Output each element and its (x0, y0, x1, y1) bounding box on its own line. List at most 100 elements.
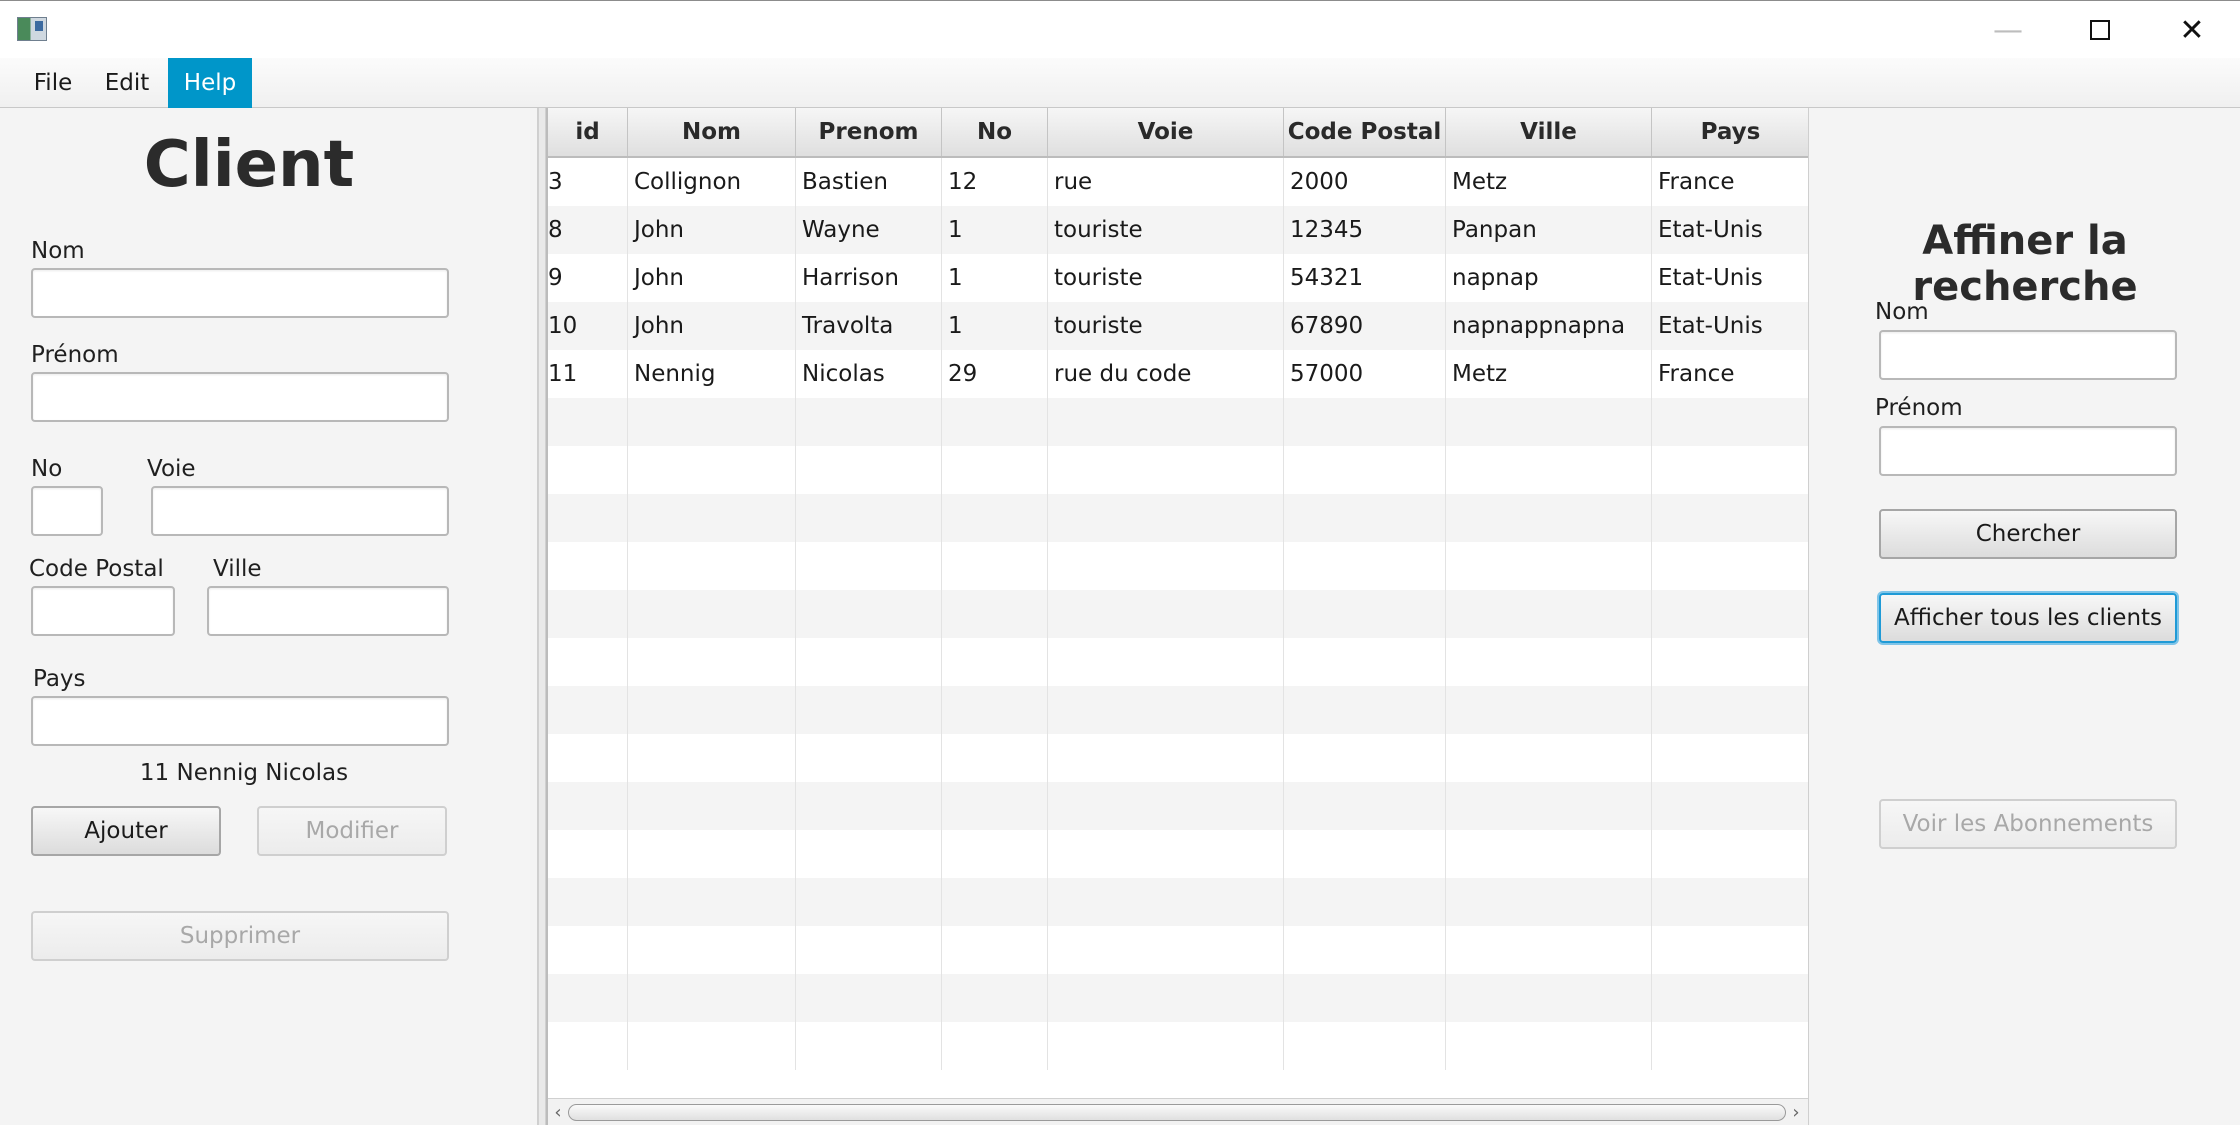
column-header-voie[interactable]: Voie (1048, 108, 1284, 156)
table-row[interactable] (548, 638, 1810, 686)
client-title: Client (143, 128, 355, 202)
table-row[interactable] (548, 590, 1810, 638)
table-row[interactable]: 10 John Travolta 1 touriste 67890 napnappnapna… (548, 302, 1810, 350)
table-row[interactable]: 3 Collignon Bastien 12 rue 2000 Metz France (548, 158, 1810, 206)
client-table: id Nom Prenom No Voie Code Postal Ville Pays 3C… (546, 108, 1810, 1125)
voie-cell (1048, 446, 1284, 494)
pays-cell (1652, 830, 1810, 878)
nom-cell (628, 590, 796, 638)
id-cell (548, 926, 628, 974)
voie-cell (1048, 638, 1284, 686)
supprimer-button[interactable]: Supprimer (31, 911, 449, 961)
chercher-button[interactable]: Chercher (1879, 509, 2177, 559)
voie-field[interactable] (151, 486, 449, 536)
voie-cell (1048, 494, 1284, 542)
ville-cell (1446, 1022, 1652, 1070)
close-button[interactable]: ✕ (2162, 9, 2222, 51)
column-header-prenom[interactable]: Prenom (796, 108, 942, 156)
code-postal-cell (1284, 446, 1446, 494)
nom-cell (628, 494, 796, 542)
table-row[interactable] (548, 446, 1810, 494)
maximize-button[interactable] (2070, 9, 2130, 51)
id-cell (548, 590, 628, 638)
scroll-right-icon[interactable]: › (1786, 1101, 1806, 1123)
close-icon: ✕ (2179, 12, 2205, 48)
table-row[interactable]: 8 John Wayne 1 touriste 12345 Panpan Etat-Unis (548, 206, 1810, 254)
menu-help[interactable]: Help (168, 58, 252, 108)
column-header-ville[interactable]: Ville (1446, 108, 1652, 156)
horizontal-scrollbar[interactable]: ‹ › (548, 1098, 1810, 1125)
maximize-icon (2090, 20, 2110, 40)
id-cell: 3 (548, 158, 628, 206)
no-cell (942, 926, 1048, 974)
pays-field[interactable] (31, 696, 449, 746)
ville-field[interactable] (207, 586, 449, 636)
nom-field[interactable] (31, 268, 449, 318)
afficher-tous-button[interactable]: Afficher tous les clients (1879, 593, 2177, 643)
no-cell: 1 (942, 206, 1048, 254)
no-cell (942, 398, 1048, 446)
prenom-cell (796, 686, 942, 734)
column-header-id[interactable]: id (548, 108, 628, 156)
voie-cell (1048, 878, 1284, 926)
pays-cell (1652, 398, 1810, 446)
ville-cell (1446, 830, 1652, 878)
voie-cell (1048, 590, 1284, 638)
menu-file[interactable]: File (18, 58, 88, 108)
table-row[interactable] (548, 1022, 1810, 1070)
no-cell: 1 (942, 254, 1048, 302)
modifier-button[interactable]: Modifier (257, 806, 447, 856)
voie-cell: rue (1048, 158, 1284, 206)
menu-edit[interactable]: Edit (92, 58, 162, 108)
table-row[interactable] (548, 782, 1810, 830)
voie-cell (1048, 974, 1284, 1022)
ajouter-button[interactable]: Ajouter (31, 806, 221, 856)
search-nom-field[interactable] (1879, 330, 2177, 380)
no-cell (942, 1022, 1048, 1070)
table-row[interactable] (548, 734, 1810, 782)
voir-abonnements-button[interactable]: Voir les Abonnements (1879, 799, 2177, 849)
table-row[interactable] (548, 398, 1810, 446)
ville-cell: Metz (1446, 158, 1652, 206)
minimize-button[interactable]: — (1978, 9, 2038, 51)
ville-cell (1446, 638, 1652, 686)
table-row[interactable] (548, 494, 1810, 542)
prenom-cell: Travolta (796, 302, 942, 350)
table-row[interactable]: 11 Nennig Nicolas 29 rue du code 57000 Metz Fra… (548, 350, 1810, 398)
prenom-field[interactable] (31, 372, 449, 422)
table-body: 3 Collignon Bastien 12 rue 2000 Metz France 8 Joh… (548, 158, 1810, 1070)
search-prenom-field[interactable] (1879, 426, 2177, 476)
table-header: id Nom Prenom No Voie Code Postal Ville Pays (548, 108, 1810, 158)
table-row[interactable] (548, 830, 1810, 878)
table-row[interactable] (548, 686, 1810, 734)
prenom-cell: Bastien (796, 158, 942, 206)
prenom-cell (796, 494, 942, 542)
id-cell (548, 878, 628, 926)
column-header-pays[interactable]: Pays (1652, 108, 1810, 156)
column-header-nom[interactable]: Nom (628, 108, 796, 156)
pays-cell: France (1652, 158, 1810, 206)
table-row[interactable] (548, 974, 1810, 1022)
prenom-cell (796, 734, 942, 782)
split-pane-divider[interactable] (538, 108, 546, 1125)
voie-cell (1048, 926, 1284, 974)
table-row[interactable] (548, 542, 1810, 590)
column-header-no[interactable]: No (942, 108, 1048, 156)
scroll-left-icon[interactable]: ‹ (548, 1101, 568, 1123)
nom-cell: John (628, 254, 796, 302)
pays-cell (1652, 974, 1810, 1022)
nom-cell (628, 542, 796, 590)
id-cell (548, 398, 628, 446)
table-row[interactable] (548, 878, 1810, 926)
no-field[interactable] (31, 486, 103, 536)
id-cell: 8 (548, 206, 628, 254)
code-postal-field[interactable] (31, 586, 175, 636)
column-header-code-postal[interactable]: Code Postal (1284, 108, 1446, 156)
scroll-thumb[interactable] (568, 1104, 1786, 1121)
no-cell (942, 542, 1048, 590)
pays-cell (1652, 446, 1810, 494)
table-row[interactable] (548, 926, 1810, 974)
table-row[interactable]: 9 John Harrison 1 touriste 54321 napnap Etat-Un… (548, 254, 1810, 302)
no-label: No (31, 456, 63, 482)
nom-cell (628, 638, 796, 686)
